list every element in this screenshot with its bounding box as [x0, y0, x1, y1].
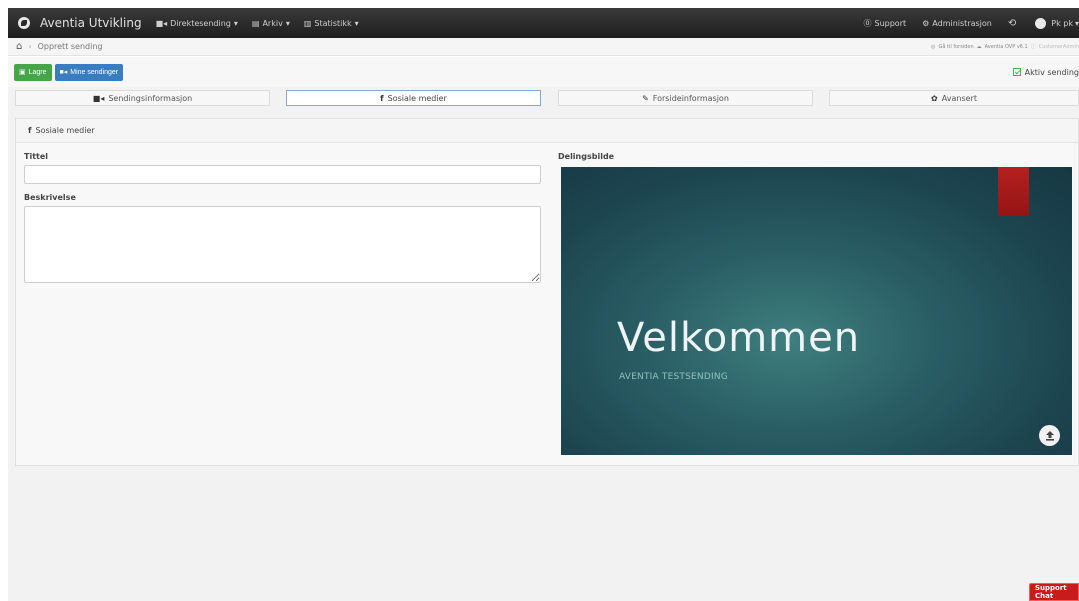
nav-arkiv[interactable]: ▤ Arkiv ▾	[252, 19, 290, 28]
breadcrumb: ⌂ › Opprett sending ◎ Gå til forsiden ☁ …	[8, 38, 1079, 56]
cogs-icon: ⚙	[922, 18, 930, 28]
active-broadcast-checkbox[interactable]	[1012, 68, 1021, 76]
cloud-icon: ☁	[976, 43, 982, 50]
video-icon: ■◂	[59, 69, 68, 76]
chevron-down-icon: ▾	[285, 18, 290, 28]
save-button-label: Lagre	[28, 68, 47, 76]
home-icon[interactable]: ⌂	[16, 41, 22, 52]
nav-right: ⓪ Support ⚙ Administrasjon ⟲ Pk pk ▾	[864, 17, 1079, 29]
active-broadcast-label: Aktiv sending	[1024, 67, 1079, 77]
title-input[interactable]	[24, 165, 541, 184]
share-image[interactable]: Velkommen AVENTIA TESTSENDING	[561, 167, 1072, 455]
breadcrumb-current: Opprett sending	[37, 42, 103, 51]
tab-forsideinformasjon[interactable]: ✎ Forsideinformasjon	[558, 90, 813, 106]
description-label: Beskrivelse	[24, 193, 76, 202]
refresh-icon: ⟲	[1007, 17, 1017, 29]
upload-button[interactable]	[1039, 425, 1060, 446]
tab-sendingsinformasjon-label: Sendingsinformasjon	[108, 93, 193, 103]
archive-icon: ▤	[251, 18, 260, 28]
save-button[interactable]: ▣ Lagre	[14, 63, 52, 81]
version-label: Aventia OVP v6.1	[984, 43, 1028, 50]
tab-sosiale-medier-label: Sosiale medier	[387, 93, 447, 103]
tabs-bar: ■◂ Sendingsinformasjon f Sosiale medier …	[8, 87, 1079, 111]
nav-arkiv-label: Arkiv	[262, 18, 283, 28]
tab-sendingsinformasjon[interactable]: ■◂ Sendingsinformasjon	[15, 90, 270, 106]
goto-front-link[interactable]: Gå til forsiden	[938, 44, 973, 50]
tab-forsideinformasjon-label: Forsideinformasjon	[652, 93, 729, 103]
bar-chart-icon: ▥	[303, 18, 312, 28]
chevron-down-icon: ▾	[354, 18, 359, 28]
brand[interactable]: Aventia Utvikling	[18, 16, 156, 30]
my-broadcasts-button[interactable]: ■◂ Mine sendinger	[54, 63, 124, 81]
tab-avansert[interactable]: ✿ Avansert	[829, 90, 1079, 106]
nav-administrasjon[interactable]: ⚙ Administrasjon	[922, 19, 992, 28]
tab-sosiale-medier[interactable]: f Sosiale medier	[286, 90, 541, 106]
panel-heading: f Sosiale medier	[16, 119, 1078, 143]
chevron-down-icon: ▾	[233, 18, 238, 28]
globe-icon: ◎	[931, 43, 936, 50]
share-image-title: Velkommen	[617, 315, 861, 361]
description-textarea[interactable]	[24, 206, 541, 283]
brand-logo-icon	[18, 17, 30, 29]
nav-direktesending[interactable]: ■◂ Direktesending ▾	[156, 19, 238, 28]
action-bar: ▣ Lagre ■◂ Mine sendinger Aktiv sending	[8, 57, 1079, 87]
info-icon: ⓘ	[1030, 44, 1036, 50]
tab-avansert-label: Avansert	[941, 93, 977, 103]
video-icon: ■◂	[92, 93, 105, 103]
bookmark-ribbon	[998, 167, 1029, 216]
nav-statistikk-label: Statistikk	[314, 18, 352, 28]
title-label: Tittel	[24, 152, 49, 161]
breadcrumb-separator: ›	[28, 42, 32, 51]
help-circle-icon: ⓪	[863, 18, 872, 28]
nav-statistikk[interactable]: ▥ Statistikk ▾	[304, 19, 359, 28]
share-image-subtitle: AVENTIA TESTSENDING	[619, 372, 728, 382]
video-icon: ■◂	[155, 18, 168, 28]
floppy-icon: ▣	[19, 69, 26, 76]
gear-icon: ✿	[931, 93, 938, 103]
brand-name: Aventia Utvikling	[40, 16, 142, 30]
customer-admin-label: CustomerAdmin	[1038, 43, 1079, 50]
nav-administrasjon-label: Administrasjon	[932, 18, 992, 28]
share-image-label: Delingsbilde	[558, 152, 615, 161]
breadcrumb-right: ◎ Gå til forsiden ☁ Aventia OVP v6.1 ⓘ C…	[928, 43, 1079, 51]
nav-direktesending-label: Direktesending	[170, 18, 231, 28]
support-chat-button[interactable]: Support Chat	[1029, 583, 1079, 601]
nav-support[interactable]: ⓪ Support	[864, 18, 907, 29]
pencil-icon: ✎	[642, 93, 649, 103]
facebook-icon: f	[380, 93, 384, 103]
my-broadcasts-button-label: Mine sendinger	[70, 68, 119, 76]
nav-support-label: Support	[874, 18, 907, 28]
panel-heading-label: Sosiale medier	[35, 126, 95, 135]
active-broadcast-toggle[interactable]: Aktiv sending	[1012, 67, 1079, 77]
chevron-down-icon: ▾	[1074, 18, 1079, 28]
upload-icon	[1045, 430, 1054, 441]
user-menu[interactable]: Pk pk ▾	[1035, 17, 1079, 29]
user-icon	[1035, 17, 1047, 29]
refresh-button[interactable]: ⟲	[1008, 18, 1019, 29]
facebook-icon: f	[28, 126, 32, 135]
top-navbar: Aventia Utvikling ■◂ Direktesending ▾ ▤ …	[8, 8, 1079, 38]
user-name: Pk pk	[1051, 18, 1073, 28]
